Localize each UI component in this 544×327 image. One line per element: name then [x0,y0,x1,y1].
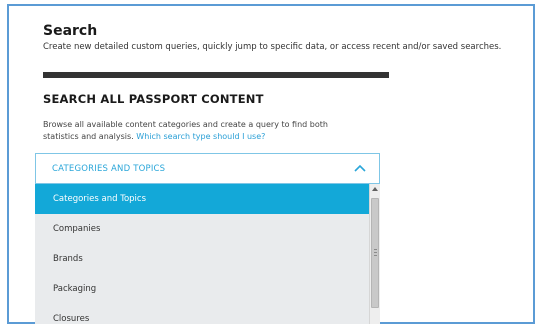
search-type-dropdown[interactable]: CATEGORIES AND TOPICS [35,153,380,184]
page-subtitle: Create new detailed custom queries, quic… [43,42,502,52]
page-title: Search [43,23,98,39]
scrollbar-thumb[interactable] [371,198,379,308]
dropdown-options-list: Categories and Topics Companies Brands P… [35,184,369,324]
thumb-grip-icon [374,252,377,253]
dropdown-scrollbar[interactable] [369,184,380,324]
dropdown-option-companies[interactable]: Companies [35,214,369,244]
help-link[interactable]: Which search type should I use? [136,132,265,141]
scroll-up-arrow-icon[interactable] [372,187,378,191]
section-divider [43,72,389,78]
dropdown-option-closures[interactable]: Closures [35,304,369,324]
dropdown-selected-label: CATEGORIES AND TOPICS [52,164,166,174]
chevron-up-icon[interactable] [353,163,367,173]
dropdown-option-categories-and-topics[interactable]: Categories and Topics [35,184,369,214]
dropdown-option-packaging[interactable]: Packaging [35,274,369,304]
section-heading: SEARCH ALL PASSPORT CONTENT [43,92,264,106]
thumb-grip-icon [374,255,377,256]
thumb-grip-icon [374,249,377,250]
dropdown-option-brands[interactable]: Brands [35,244,369,274]
section-description: Browse all available content categories … [43,119,363,143]
